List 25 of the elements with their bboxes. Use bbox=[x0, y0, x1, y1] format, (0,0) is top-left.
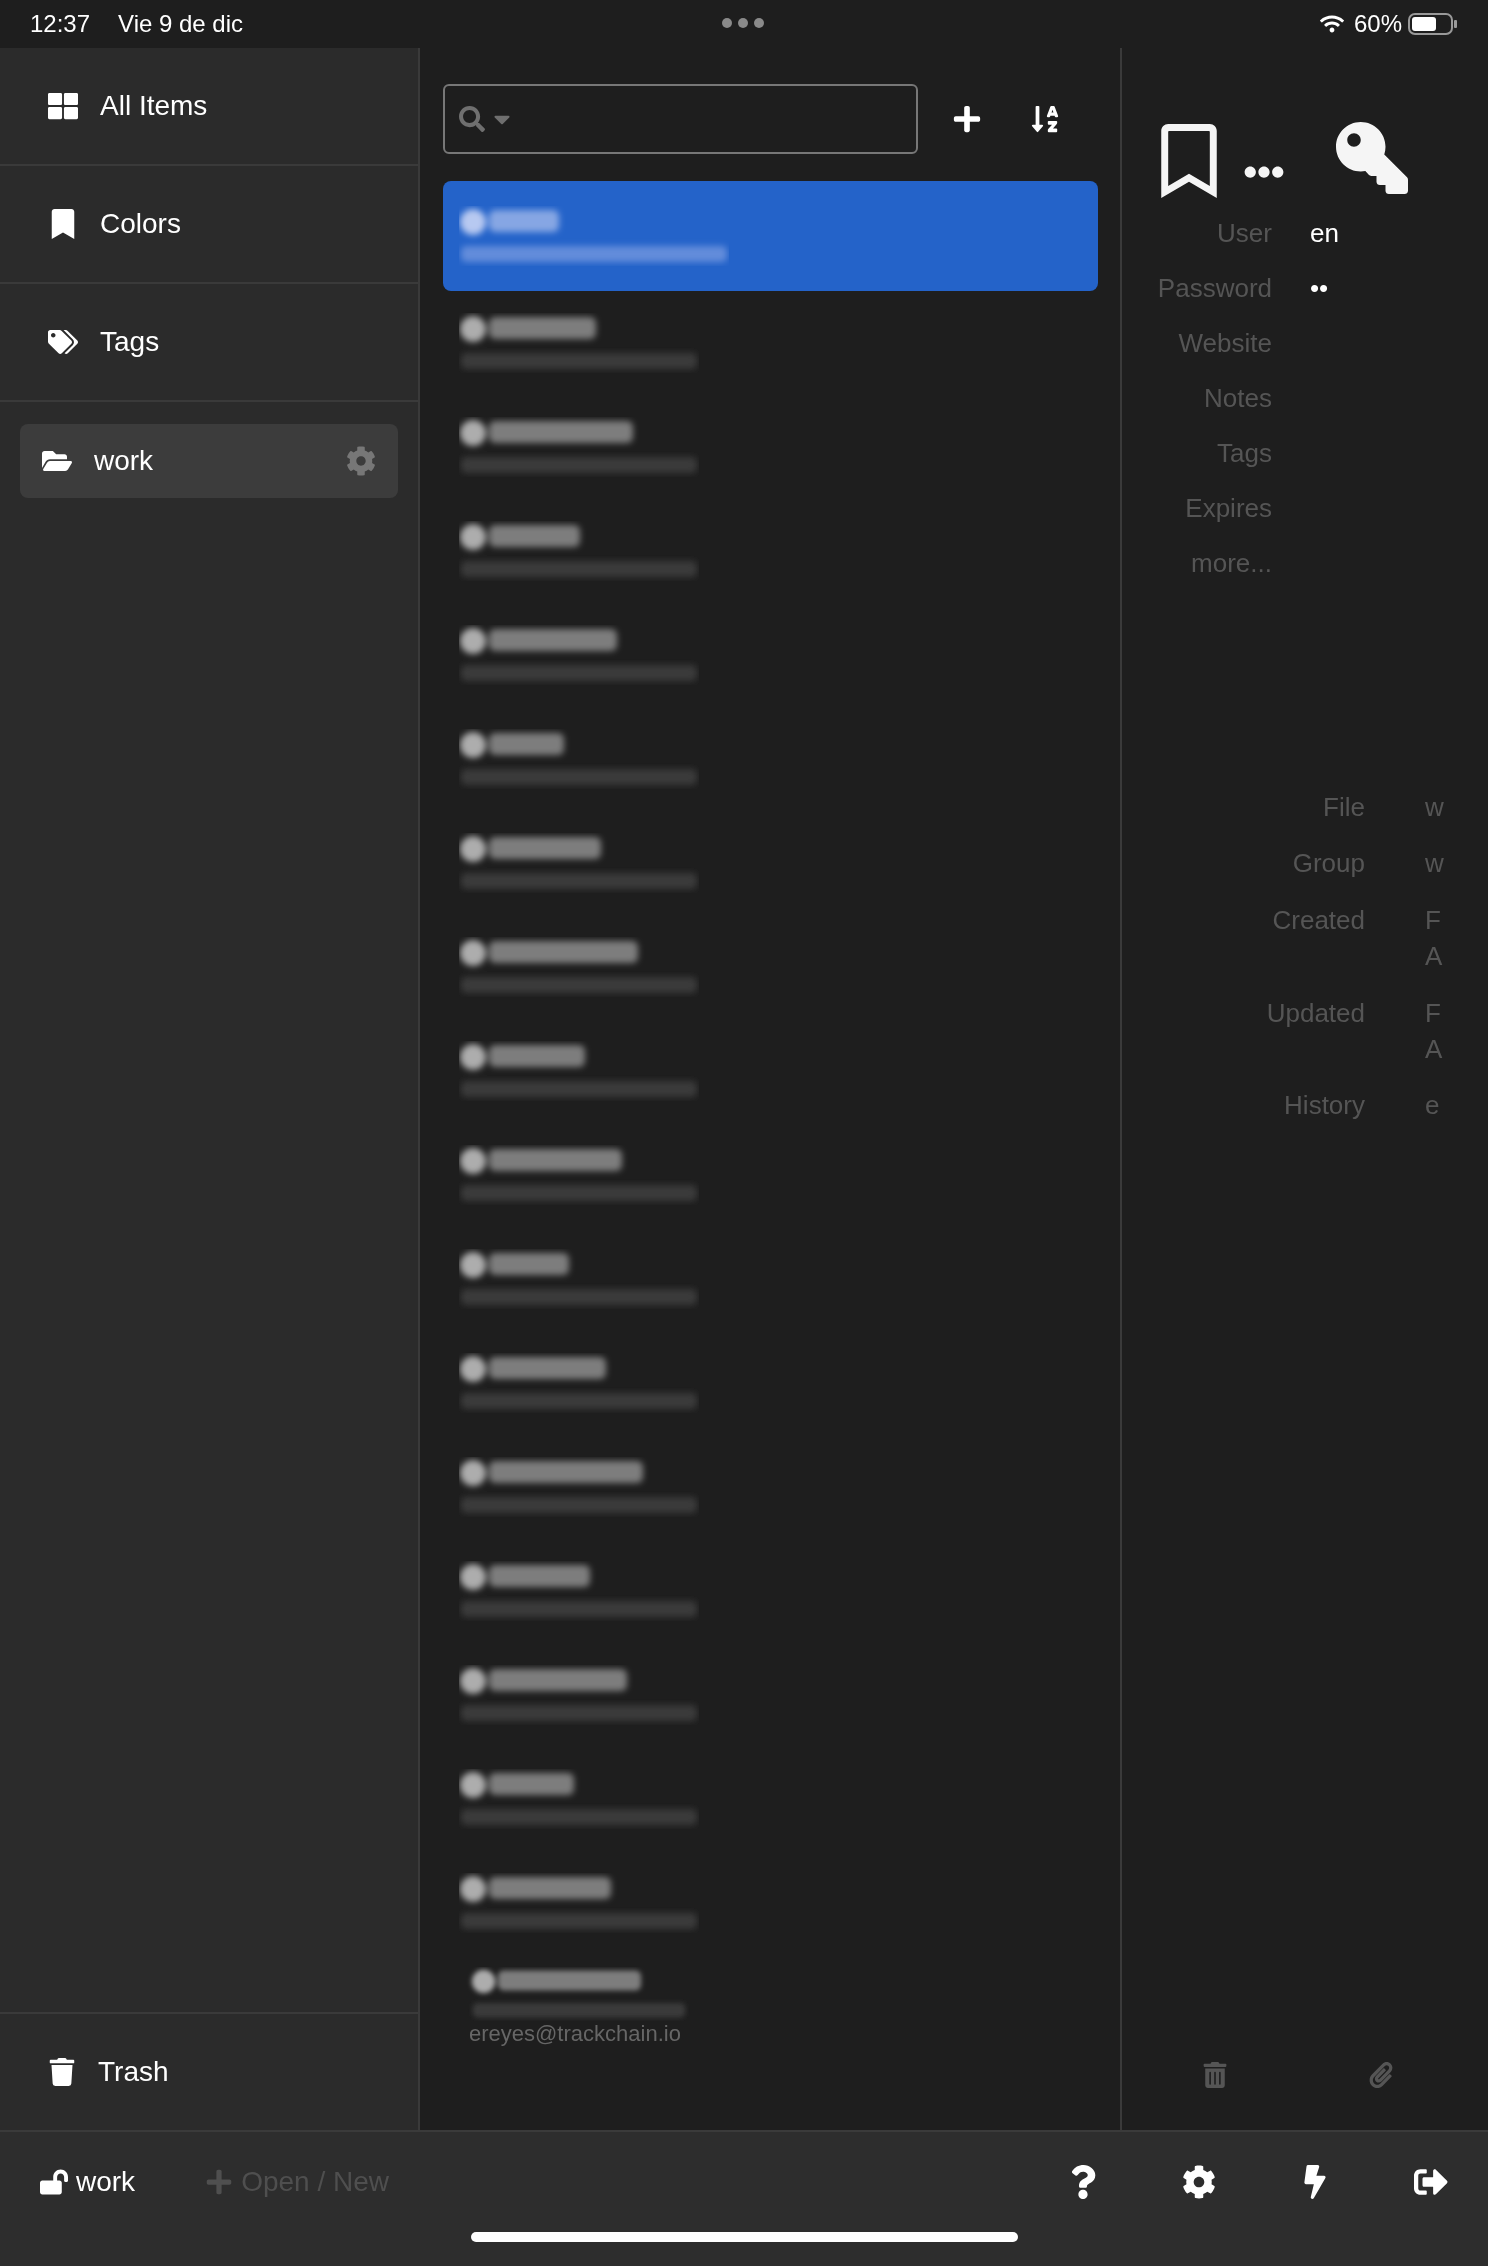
sidebar-item[interactable]: Tags bbox=[0, 284, 418, 402]
trash-icon bbox=[48, 2058, 76, 2086]
delete-icon[interactable] bbox=[1202, 2062, 1228, 2088]
clock: 12:37 bbox=[30, 10, 91, 38]
search-field[interactable] bbox=[443, 83, 918, 154]
battery-percent: 60% bbox=[1353, 10, 1402, 38]
key-icon bbox=[1336, 122, 1408, 194]
grid-icon bbox=[48, 91, 78, 121]
search-icon bbox=[459, 105, 485, 132]
plus-icon bbox=[205, 2168, 234, 2196]
unlocked-icon bbox=[40, 2168, 68, 2196]
field-value[interactable]: en bbox=[1310, 218, 1390, 249]
settings-icon[interactable] bbox=[1182, 2165, 1216, 2199]
entry-subtitle: ereyes@trackchain.io bbox=[468, 2021, 682, 2047]
open-file-button[interactable]: work bbox=[40, 2166, 136, 2198]
sidebar-item[interactable]: work bbox=[20, 424, 398, 498]
list-entry[interactable]: ereyes@trackchain.io bbox=[443, 1955, 1098, 2059]
date: Vie 9 de dic bbox=[118, 10, 244, 38]
tags-icon bbox=[48, 327, 78, 357]
sidebar-item[interactable]: Colors bbox=[0, 166, 418, 284]
attachment-icon[interactable] bbox=[1368, 2062, 1394, 2088]
sidebar-item[interactable]: All Items bbox=[0, 48, 418, 166]
field-value[interactable]: •• bbox=[1310, 273, 1390, 304]
battery-icon bbox=[1408, 12, 1458, 36]
multitasking-dots-icon[interactable] bbox=[722, 18, 764, 28]
